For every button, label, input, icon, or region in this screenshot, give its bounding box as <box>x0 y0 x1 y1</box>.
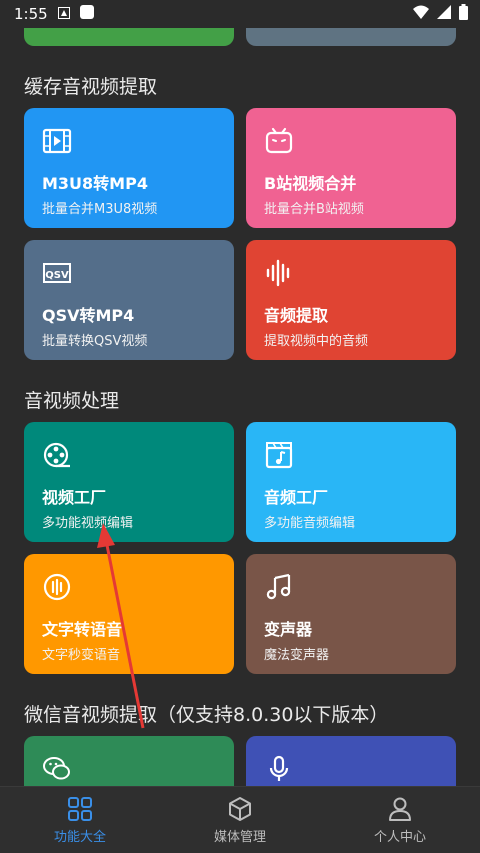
card-title: M3U8转MP4 <box>42 174 148 193</box>
cube-icon <box>229 796 251 821</box>
section-title-cache: 缓存音视频提取 <box>24 76 158 98</box>
notification-icon <box>57 5 70 23</box>
card-subtitle: 多功能音频编辑 <box>264 516 356 531</box>
card-subtitle: 批量合并M3U8视频 <box>42 202 158 217</box>
person-icon <box>389 797 411 821</box>
tab-label: 媒体管理 <box>213 829 266 845</box>
tab-profile[interactable]: 个人中心 <box>320 787 480 853</box>
signal-icon <box>437 5 451 23</box>
wifi-icon <box>413 5 429 23</box>
card-voice-changer[interactable]: 变声器 魔法变声器 <box>246 554 456 674</box>
card-subtitle: 批量转换QSV视频 <box>42 334 148 349</box>
clapper-music-icon <box>265 442 293 469</box>
main-content: 缓存音视频提取 M3U8转MP4 批量合并M3U8视频 B站视频合并 批量合并B… <box>0 0 480 787</box>
section-title-wechat: 微信音视频提取（仅支持8.0.30以下版本） <box>24 704 389 726</box>
status-bar: 1:55 <box>0 0 480 28</box>
card-subtitle: 魔法变声器 <box>264 648 330 663</box>
card-subtitle: 提取视频中的音频 <box>264 334 369 349</box>
card-title: 音频工厂 <box>264 488 329 507</box>
bilibili-tv-icon <box>265 127 293 154</box>
card-wechat-audio[interactable] <box>246 736 456 787</box>
svg-text:QSV: QSV <box>45 270 69 281</box>
card-title: 音频提取 <box>264 306 329 325</box>
card-m3u8-to-mp4[interactable]: M3U8转MP4 批量合并M3U8视频 <box>24 108 234 228</box>
microphone-icon <box>269 755 289 781</box>
card-subtitle: 文字秒变语音 <box>42 648 121 663</box>
card-title: 文字转语音 <box>42 620 123 639</box>
tab-label: 功能大全 <box>53 829 106 845</box>
card-title: QSV转MP4 <box>42 306 135 325</box>
card-audio-factory[interactable]: 音频工厂 多功能音频编辑 <box>246 422 456 542</box>
app-notification-icon <box>79 5 94 23</box>
battery-icon <box>459 4 468 24</box>
section-title-processing: 音视频处理 <box>24 390 120 412</box>
tab-media[interactable]: 媒体管理 <box>160 787 320 853</box>
card-subtitle: 多功能视频编辑 <box>42 516 134 531</box>
grid-icon <box>68 796 92 821</box>
sound-wave-icon <box>266 259 290 287</box>
music-note-icon <box>266 573 291 600</box>
card-text-to-speech[interactable]: 文字转语音 文字秒变语音 <box>24 554 234 674</box>
voice-bubble-icon <box>43 573 71 601</box>
card-wechat-video[interactable] <box>24 736 234 787</box>
wechat-icon <box>43 757 70 780</box>
card-title: B站视频合并 <box>264 174 357 193</box>
card-video-factory[interactable]: 视频工厂 多功能视频编辑 <box>24 422 234 542</box>
qsv-icon: QSV <box>43 263 71 283</box>
card-title: 视频工厂 <box>42 488 107 507</box>
card-title: 变声器 <box>264 620 313 639</box>
bottom-tab-bar: 功能大全 媒体管理 个人中心 <box>0 786 480 853</box>
film-icon <box>42 128 72 154</box>
tab-features[interactable]: 功能大全 <box>0 787 160 853</box>
tab-label: 个人中心 <box>373 829 426 845</box>
card-qsv-to-mp4[interactable]: QSV QSV转MP4 批量转换QSV视频 <box>24 240 234 360</box>
card-audio-extract[interactable]: 音频提取 提取视频中的音频 <box>246 240 456 360</box>
card-subtitle: 批量合并B站视频 <box>264 202 364 217</box>
film-reel-icon <box>43 442 70 468</box>
status-time: 1:55 <box>14 5 48 23</box>
card-bilibili-merge[interactable]: B站视频合并 批量合并B站视频 <box>246 108 456 228</box>
